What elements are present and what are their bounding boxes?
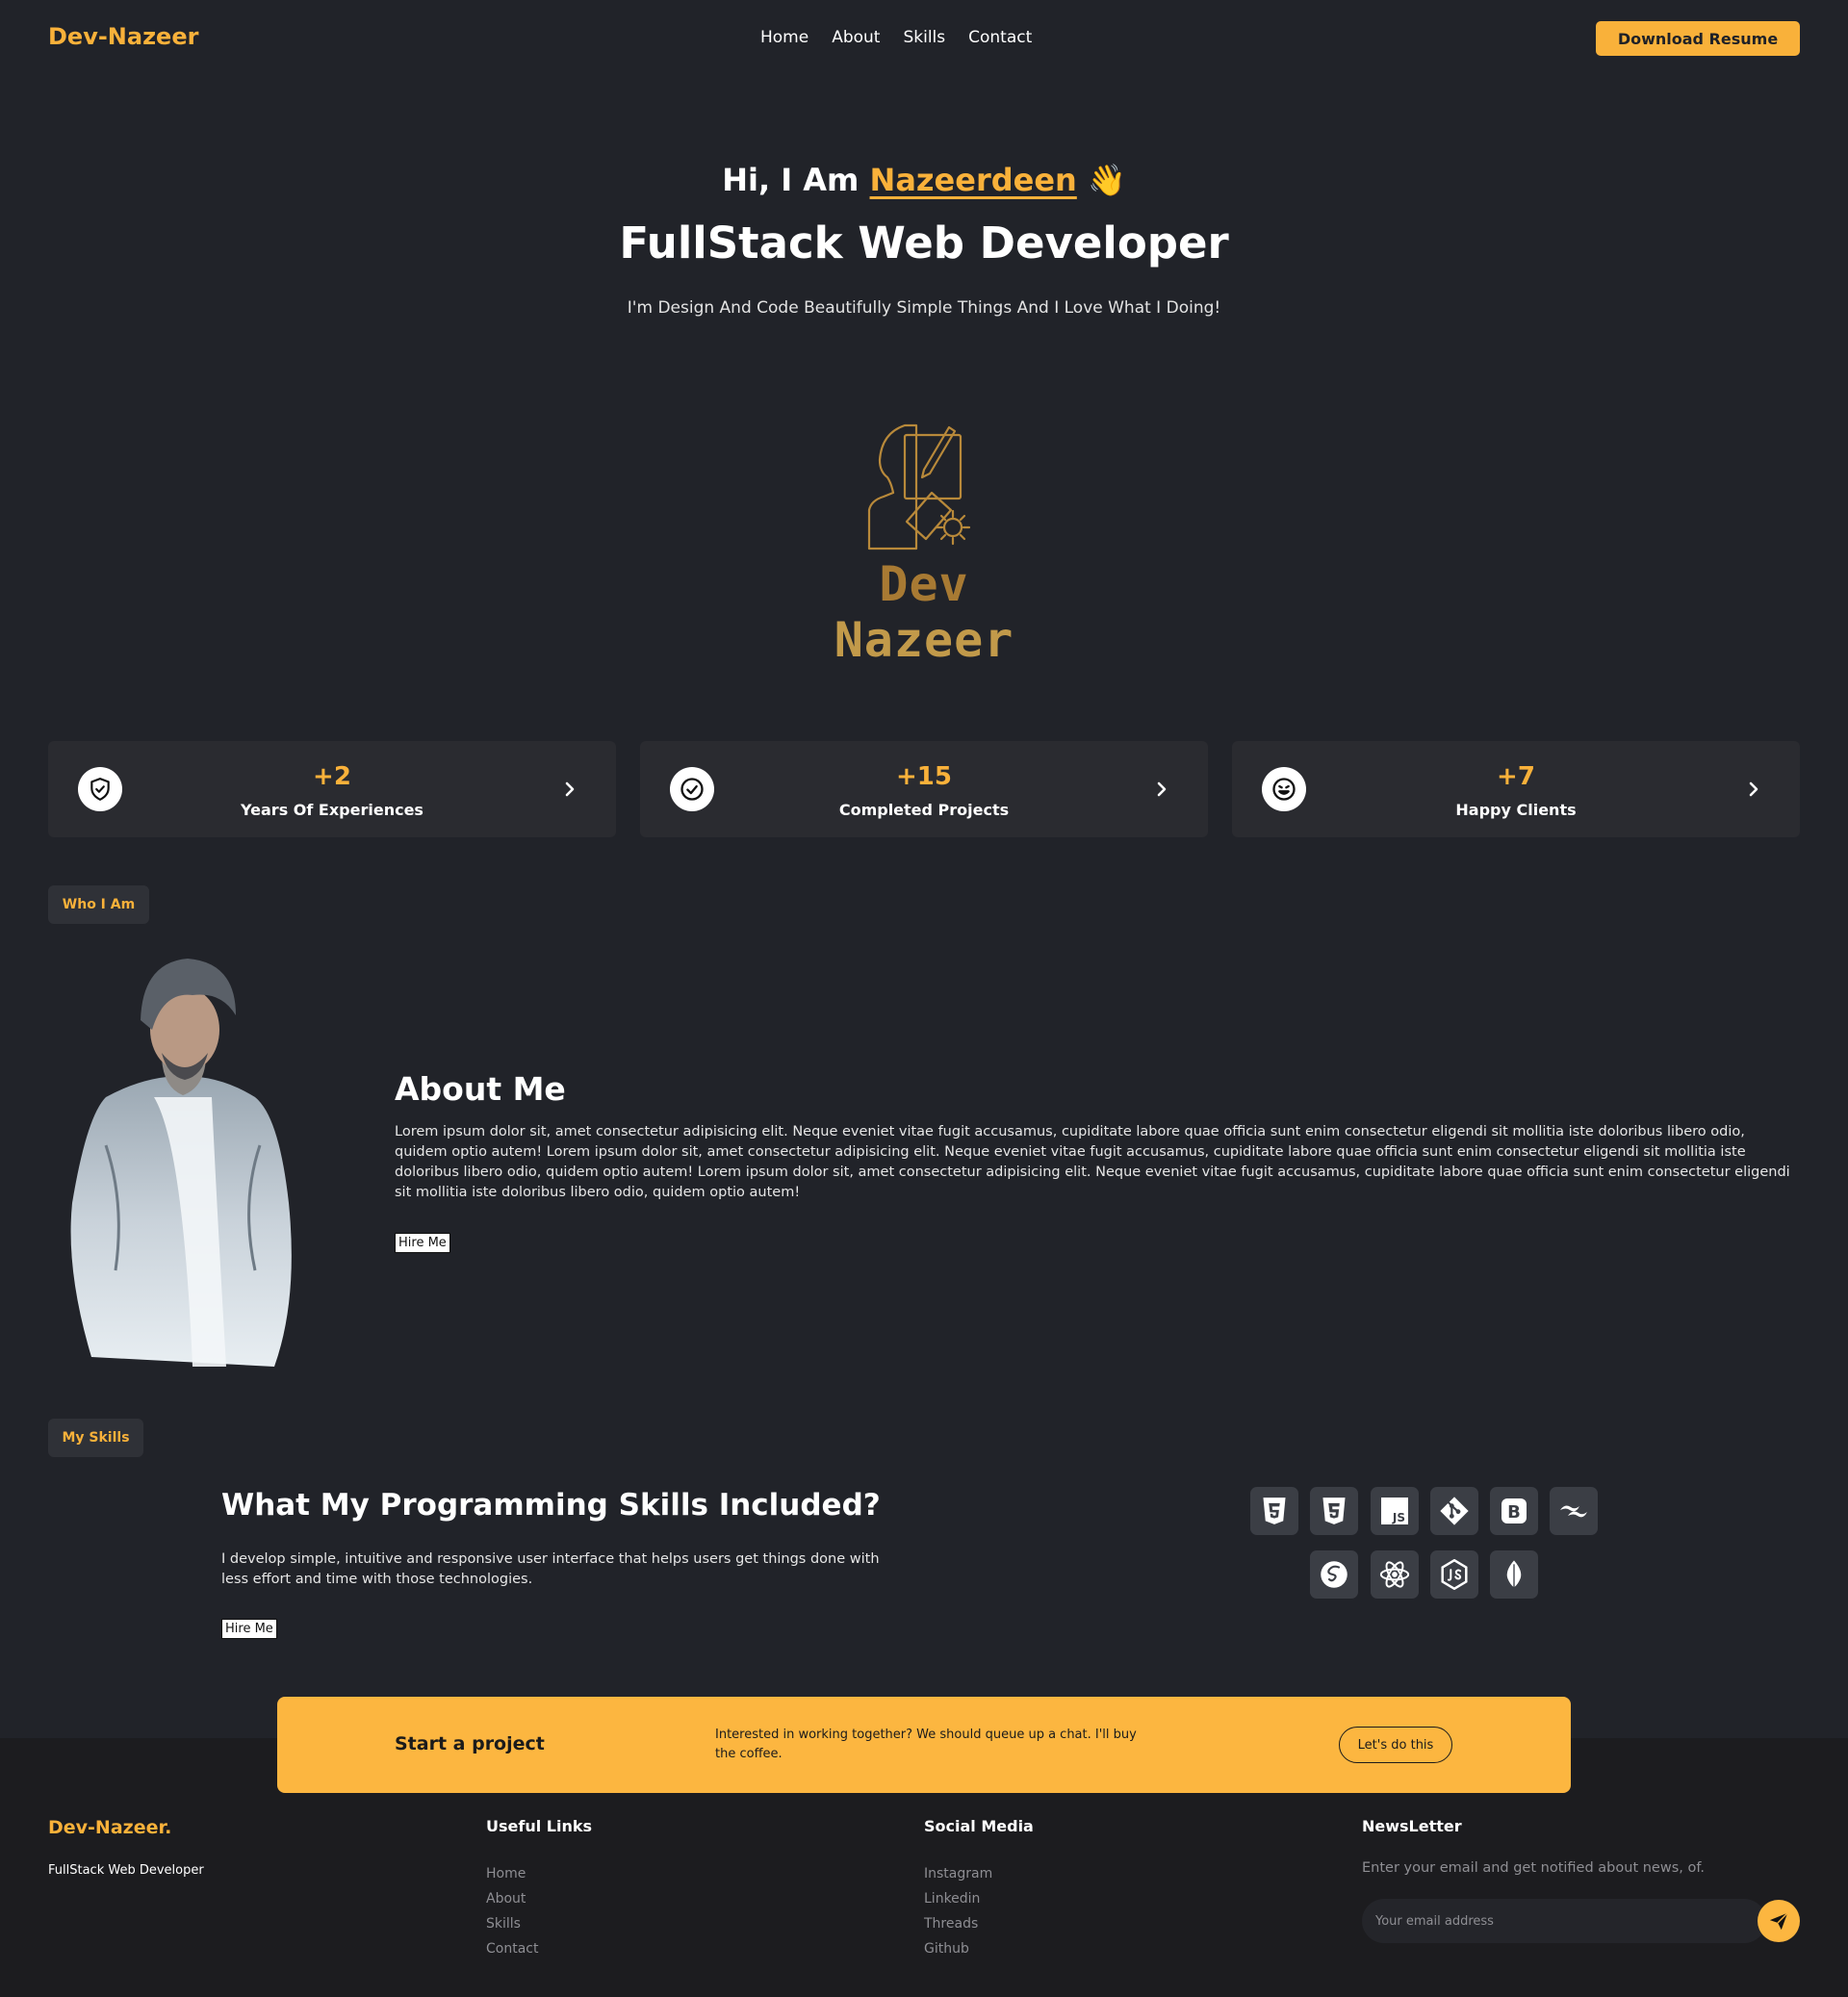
social-links-list: Instagram Linkedin Threads Github (924, 1861, 992, 1961)
social-link-linkedin[interactable]: Linkedin (924, 1891, 980, 1907)
hero-name: Nazeerdeen (869, 162, 1077, 198)
nav-about[interactable]: About (832, 28, 880, 47)
hero-subtitle: I'm Design And Code Beautifully Simple T… (627, 298, 1221, 318)
portrait-image (70, 959, 292, 1367)
useful-links-list: Home About Skills Contact (486, 1861, 538, 1961)
who-i-am-pill: Who I Am (48, 885, 149, 924)
developer-illustration-icon (867, 423, 971, 550)
download-resume-button[interactable]: Download Resume (1596, 21, 1800, 56)
cta-title: Start a project (395, 1733, 545, 1754)
stat-value: +15 (896, 762, 952, 791)
stat-card-projects[interactable]: +15 Completed Projects (640, 741, 1208, 837)
footer-link-home[interactable]: Home (486, 1866, 526, 1882)
useful-links-title: Useful Links (486, 1817, 593, 1835)
html5-icon[interactable] (1250, 1487, 1298, 1535)
my-skills-pill: My Skills (48, 1419, 143, 1457)
hero-greeting: Hi, I Am Nazeerdeen 👋 (0, 162, 1848, 198)
greeting-prefix: Hi, I Am (722, 162, 860, 198)
hire-me-button[interactable]: Hire Me (221, 1619, 277, 1639)
hero-title: FullStack Web Developer (619, 218, 1229, 269)
stat-label: Happy Clients (1455, 801, 1577, 819)
nav-home[interactable]: Home (760, 28, 808, 47)
footer-link-about[interactable]: About (486, 1891, 526, 1907)
social-link-threads[interactable]: Threads (924, 1916, 978, 1932)
logo-wordmark: Dev Nazeer (834, 556, 1014, 668)
footer-brand: Dev-Nazeer. (48, 1817, 172, 1838)
css3-icon[interactable] (1310, 1487, 1358, 1535)
nav-skills[interactable]: Skills (903, 28, 945, 47)
nodejs-icon[interactable] (1430, 1550, 1478, 1599)
sass-icon[interactable] (1310, 1550, 1358, 1599)
stat-card-experience[interactable]: +2 Years Of Experiences (48, 741, 616, 837)
footer-link-skills[interactable]: Skills (486, 1916, 521, 1932)
newsletter-send-button[interactable] (1758, 1900, 1800, 1942)
stat-card-clients[interactable]: +7 Happy Clients (1232, 741, 1800, 837)
chevron-right-icon (565, 781, 575, 797)
footer-tagline: FullStack Web Developer (48, 1863, 204, 1878)
nav-links: Home About Skills Contact (760, 28, 1032, 47)
svg-text:B: B (1507, 1502, 1521, 1523)
wave-icon: 👋 (1087, 162, 1126, 198)
stat-value: +2 (313, 762, 351, 791)
cta-text: Interested in working together? We shoul… (715, 1728, 1137, 1761)
start-project-banner: Start a project Interested in working to… (277, 1697, 1571, 1793)
navbar: Dev-Nazeer Home About Skills Contact Dow… (0, 0, 1848, 77)
footer-link-contact[interactable]: Contact (486, 1941, 538, 1957)
social-link-github[interactable]: Github (924, 1941, 969, 1957)
javascript-icon[interactable]: JS (1371, 1487, 1419, 1535)
skills-text: I develop simple, intuitive and responsi… (221, 1551, 880, 1587)
git-icon[interactable] (1430, 1487, 1478, 1535)
dev-nazeer-logo: Dev Nazeer (780, 414, 1068, 668)
hire-me-button[interactable]: Hire Me (395, 1233, 450, 1253)
stat-label: Years Of Experiences (241, 801, 424, 819)
stat-label: Completed Projects (838, 801, 1010, 819)
nav-contact[interactable]: Contact (968, 28, 1032, 47)
lets-do-this-button[interactable]: Let's do this (1339, 1727, 1452, 1763)
bootstrap-icon[interactable]: B (1490, 1487, 1538, 1535)
send-icon (1769, 1912, 1788, 1931)
newsletter-title: NewsLetter (1362, 1817, 1462, 1835)
tailwind-icon[interactable] (1550, 1487, 1598, 1535)
stat-value: +7 (1497, 762, 1535, 791)
chevron-right-icon (1157, 781, 1167, 797)
about-text: Lorem ipsum dolor sit, amet consectetur … (395, 1124, 1790, 1200)
social-link-instagram[interactable]: Instagram (924, 1866, 992, 1882)
mongodb-icon[interactable] (1490, 1550, 1538, 1599)
skills-title: What My Programming Skills Included? (221, 1488, 881, 1523)
chevron-right-icon (1749, 781, 1758, 797)
about-title: About Me (395, 1070, 566, 1108)
react-icon[interactable] (1371, 1550, 1419, 1599)
newsletter-text: Enter your email and get notified about … (1362, 1860, 1706, 1876)
brand-logo[interactable]: Dev-Nazeer (48, 23, 198, 50)
newsletter-email-input[interactable] (1362, 1899, 1766, 1943)
social-media-title: Social Media (924, 1817, 1034, 1835)
svg-text:JS: JS (1392, 1511, 1405, 1524)
